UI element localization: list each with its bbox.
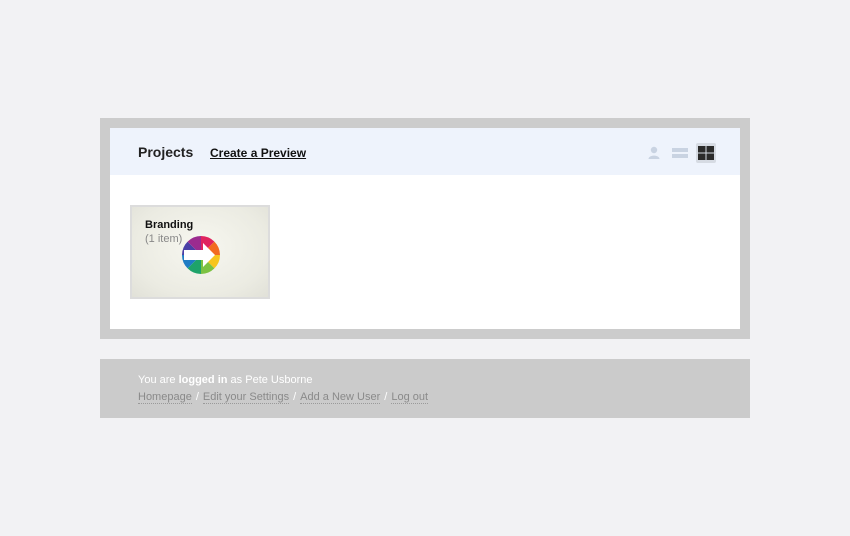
login-status: You are logged in as Pete Usborne	[138, 374, 313, 386]
logout-link[interactable]: Log out	[391, 391, 429, 404]
project-name: Branding	[145, 219, 194, 231]
footer: You are logged in as Pete Usborne Homepa…	[100, 359, 750, 418]
page-title: Projects	[138, 144, 194, 160]
link-separator: /	[384, 391, 388, 403]
list-view-icon[interactable]	[670, 143, 690, 163]
homepage-link[interactable]: Homepage	[138, 391, 192, 404]
link-separator: /	[195, 391, 199, 403]
add-user-link[interactable]: Add a New User	[300, 391, 381, 404]
projects-frame: Projects Create a Preview Branding (1 it…	[100, 118, 750, 339]
link-separator: /	[293, 391, 297, 403]
footer-links: Homepage / Edit your Settings / Add a New Us…	[138, 391, 429, 404]
panel-header: Projects Create a Preview	[110, 128, 740, 175]
rainbow-arrow-logo-icon	[179, 233, 223, 282]
project-item-count: (1 item)	[145, 233, 183, 245]
user-view-icon[interactable]	[644, 143, 664, 163]
projects-panel: Projects Create a Preview Branding (1 it…	[110, 128, 740, 329]
user-name: Pete Usborne	[245, 374, 313, 386]
create-preview-link[interactable]: Create a Preview	[210, 146, 306, 160]
login-logged-in: logged in	[178, 374, 228, 386]
login-prefix: You are	[138, 374, 176, 386]
login-as: as	[230, 374, 243, 386]
edit-settings-link[interactable]: Edit your Settings	[202, 391, 290, 404]
grid-view-icon[interactable]	[696, 143, 716, 163]
project-card-branding[interactable]: Branding (1 item)	[130, 205, 270, 299]
